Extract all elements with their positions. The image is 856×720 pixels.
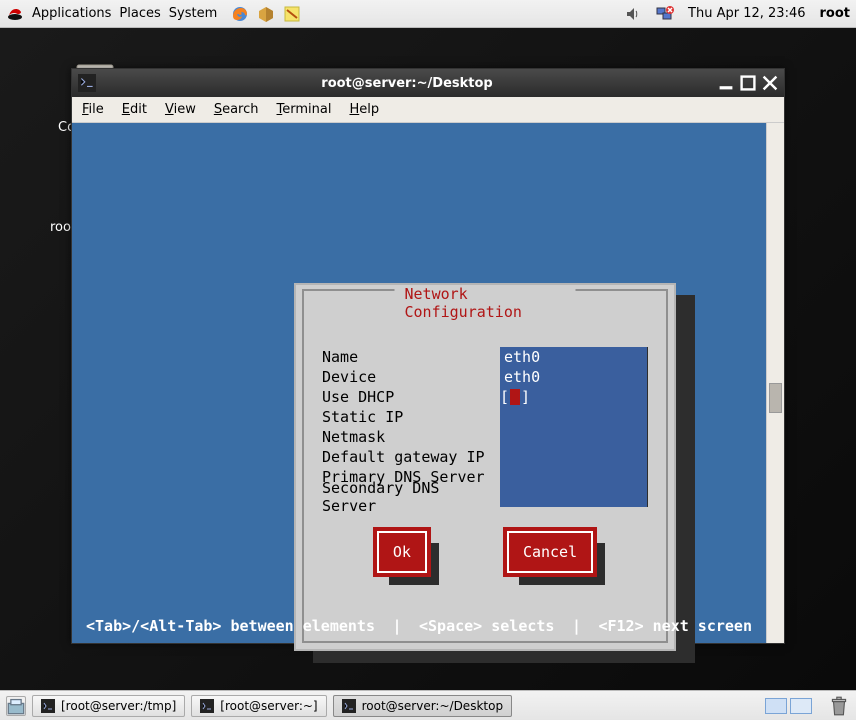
label-static-ip: Static IP — [322, 408, 500, 426]
input-name[interactable]: eth0 — [500, 347, 648, 367]
cancel-button[interactable]: Cancel — [507, 531, 593, 573]
gnome-top-panel: Applications Places System Thu Apr 12, 2… — [0, 0, 856, 28]
input-secondary-dns[interactable] — [500, 487, 648, 507]
input-device[interactable]: eth0 — [500, 367, 648, 387]
terminal-menubar: File Edit View Search Terminal Help — [72, 97, 784, 123]
menu-file[interactable]: File — [82, 102, 104, 117]
hint-space: <Space> selects — [419, 617, 554, 635]
clock-text[interactable]: Thu Apr 12, 23:46 — [688, 6, 805, 21]
input-primary-dns[interactable] — [500, 467, 648, 487]
network-config-dialog: Network Configuration Name eth0 Device e… — [294, 283, 676, 651]
menu-terminal[interactable]: Terminal — [277, 102, 332, 117]
volume-icon[interactable] — [624, 5, 642, 23]
hint-f12: <F12> next screen — [598, 617, 752, 635]
task-label: root@server:~/Desktop — [362, 699, 503, 713]
label-name: Name — [322, 348, 500, 366]
terminal-icon — [78, 74, 96, 92]
workspace-2[interactable] — [790, 698, 812, 714]
show-desktop-button[interactable] — [6, 696, 26, 716]
task-label: [root@server:/tmp] — [61, 699, 176, 713]
label-secondary-dns: Secondary DNS Server — [322, 479, 500, 515]
close-button[interactable] — [762, 75, 778, 91]
network-disconnected-icon[interactable] — [656, 5, 674, 23]
terminal-window: root@server:~/Desktop File Edit View Sea… — [71, 68, 785, 644]
dialog-title: Network Configuration — [395, 285, 576, 321]
menu-help[interactable]: Help — [349, 102, 379, 117]
checkbox-use-dhcp[interactable]: [] — [500, 387, 648, 407]
input-gateway[interactable] — [500, 447, 648, 467]
desktop-label-root: roo — [50, 220, 71, 235]
menu-view[interactable]: View — [165, 102, 196, 117]
task-label: [root@server:~] — [220, 699, 317, 713]
terminal-scrollbar[interactable] — [766, 123, 784, 643]
window-titlebar[interactable]: root@server:~/Desktop — [72, 69, 784, 97]
terminal-icon — [200, 699, 214, 713]
ok-button[interactable]: Ok — [377, 531, 427, 573]
menu-places[interactable]: Places — [119, 6, 160, 21]
minimize-button[interactable] — [718, 75, 734, 91]
scrollbar-thumb[interactable] — [769, 383, 782, 413]
label-gateway: Default gateway IP — [322, 448, 500, 466]
terminal-viewport: Network Configuration Name eth0 Device e… — [72, 123, 766, 643]
user-menu[interactable]: root — [820, 6, 851, 21]
terminal-icon — [342, 699, 356, 713]
trash-icon[interactable] — [828, 695, 850, 717]
terminal-icon — [41, 699, 55, 713]
input-static-ip[interactable] — [500, 407, 648, 427]
task-root-tmp[interactable]: [root@server:/tmp] — [32, 695, 185, 717]
menu-edit[interactable]: Edit — [122, 102, 147, 117]
label-device: Device — [322, 368, 500, 386]
maximize-button[interactable] — [740, 75, 756, 91]
hint-sep2: | — [572, 617, 581, 635]
menu-applications[interactable]: Applications — [32, 6, 111, 21]
workspace-1[interactable] — [765, 698, 787, 714]
label-use-dhcp: Use DHCP — [322, 388, 500, 406]
keyboard-hints: <Tab>/<Alt-Tab> between elements | <Spac… — [86, 617, 752, 635]
notes-icon[interactable] — [283, 5, 301, 23]
firefox-icon[interactable] — [231, 5, 249, 23]
input-netmask[interactable] — [500, 427, 648, 447]
menu-system[interactable]: System — [169, 6, 217, 21]
window-title: root@server:~/Desktop — [102, 76, 712, 91]
label-netmask: Netmask — [322, 428, 500, 446]
package-icon[interactable] — [257, 5, 275, 23]
menu-search[interactable]: Search — [214, 102, 259, 117]
redhat-icon — [6, 5, 24, 23]
hint-sep1: | — [392, 617, 401, 635]
workspace-switcher[interactable] — [765, 698, 812, 714]
gnome-bottom-panel: [root@server:/tmp] [root@server:~] root@… — [0, 690, 856, 720]
hint-tab: <Tab>/<Alt-Tab> between elements — [86, 617, 375, 635]
task-root-home[interactable]: [root@server:~] — [191, 695, 326, 717]
task-root-desktop[interactable]: root@server:~/Desktop — [333, 695, 512, 717]
desktop: Co roo ‹ root@server:~/Desktop File Edit… — [0, 28, 856, 690]
